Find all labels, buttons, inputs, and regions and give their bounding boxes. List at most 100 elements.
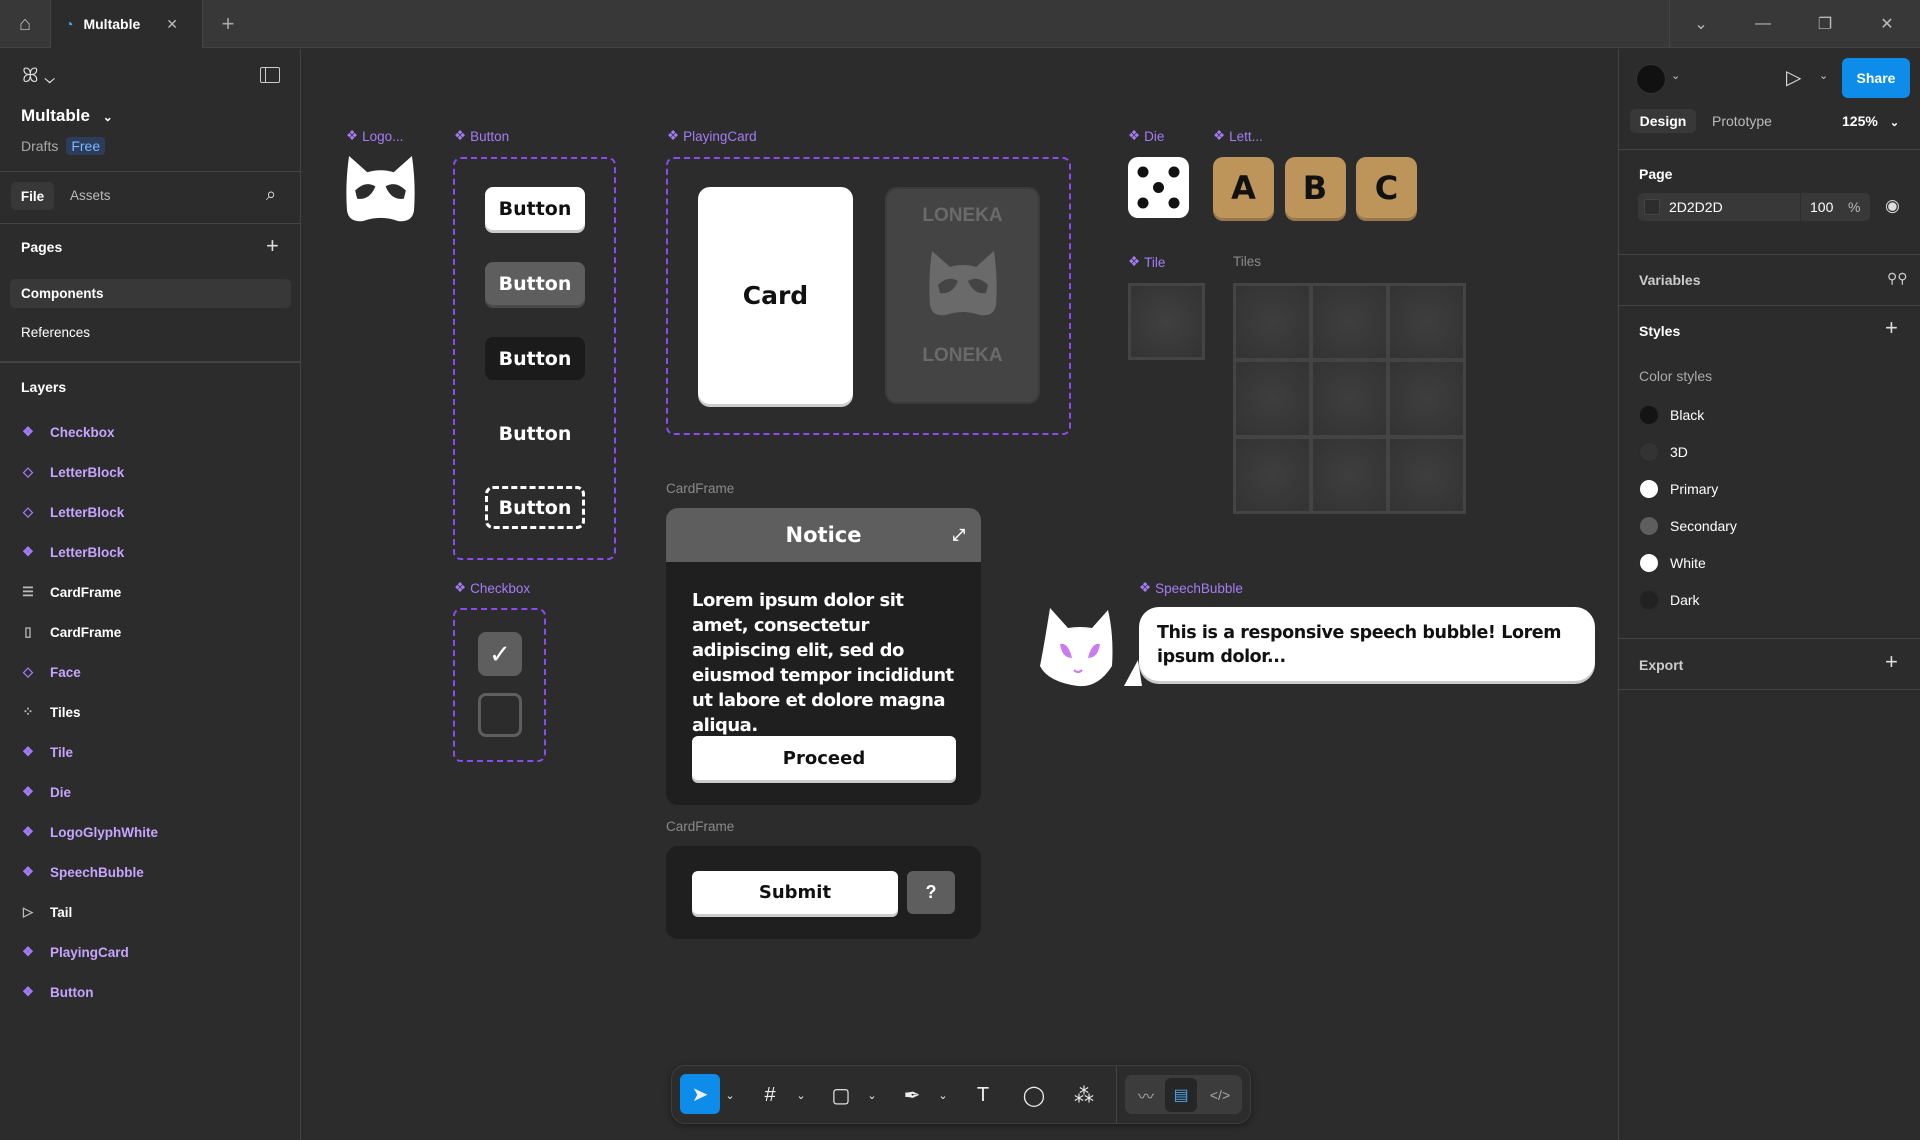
layer-item[interactable]: ❖ Button — [20, 977, 93, 1007]
page-color-hex[interactable]: 2D2D2D — [1669, 199, 1723, 215]
design-mode[interactable]: ▤ — [1165, 1078, 1197, 1112]
home-button[interactable]: ⌂ — [0, 0, 50, 48]
submit-button[interactable]: Submit — [692, 871, 898, 914]
chevron-down-icon[interactable]: ⌄ — [1819, 69, 1828, 82]
color-style-item[interactable]: Black — [1670, 407, 1704, 423]
tile-cell[interactable] — [1236, 438, 1309, 511]
die-five[interactable] — [1128, 157, 1189, 218]
cat-face-icon[interactable] — [1038, 606, 1116, 688]
chevron-down-icon[interactable]: ⌄ — [1671, 69, 1680, 82]
page-color-input[interactable]: 2D2D2D 100 % — [1638, 193, 1870, 221]
file-name-menu[interactable]: Multable ⌄ — [21, 106, 113, 126]
frame-tool[interactable]: # — [750, 1077, 790, 1113]
chevron-down-icon[interactable]: ⌄ — [722, 1077, 738, 1113]
figma-menu-icon[interactable]: ꕤ ⌄ — [22, 65, 55, 88]
expand-icon[interactable]: ⤢ — [952, 525, 965, 545]
layer-item[interactable]: ▷ Tail — [20, 897, 72, 927]
layer-item[interactable]: ◇ LetterBlock — [20, 457, 124, 487]
share-button[interactable]: Share — [1842, 58, 1910, 98]
dev-mode[interactable]: </> — [1202, 1077, 1238, 1113]
tile-cell[interactable] — [1313, 438, 1386, 511]
proceed-button[interactable]: Proceed — [692, 736, 956, 780]
chevron-down-icon[interactable]: ⌄ — [793, 1077, 809, 1113]
tab-design[interactable]: Design — [1630, 109, 1696, 133]
text-tool[interactable]: T — [963, 1077, 1003, 1113]
add-page-icon[interactable]: + — [266, 233, 279, 259]
page-opacity[interactable]: 100 — [1810, 199, 1833, 215]
tile[interactable] — [1128, 283, 1205, 360]
chevron-down-icon[interactable]: ⌄ — [935, 1077, 951, 1113]
layer-item[interactable]: ▯ CardFrame — [20, 617, 121, 647]
card-front[interactable]: Card — [698, 187, 853, 404]
layer-item[interactable]: ❖ SpeechBubble — [20, 857, 144, 887]
tile-label[interactable]: ❖ Tile — [1128, 254, 1165, 270]
color-style-item[interactable]: Primary — [1670, 481, 1718, 497]
logo-label[interactable]: ❖ Logo... — [346, 128, 403, 144]
button-component-label[interactable]: ❖ Button — [454, 128, 509, 144]
page-references[interactable]: References — [21, 325, 90, 340]
playingcard-label[interactable]: ❖ PlayingCard — [667, 128, 757, 144]
tile-cell[interactable] — [1236, 362, 1309, 435]
page-components[interactable]: Components — [10, 279, 291, 308]
checkbox-label[interactable]: ❖ Checkbox — [454, 580, 530, 596]
tile-cell[interactable] — [1313, 286, 1386, 359]
close-tab-icon[interactable]: ✕ — [166, 16, 178, 33]
tile-cell[interactable] — [1390, 362, 1463, 435]
die-label[interactable]: ❖ Die — [1128, 128, 1164, 144]
file-tab[interactable]: ◔ Multable ✕ — [50, 0, 203, 48]
eye-icon[interactable]: ◉ — [1885, 196, 1900, 216]
search-icon[interactable]: ⌕ — [266, 184, 276, 205]
pen-tool[interactable]: ✒ — [892, 1077, 932, 1113]
button-secondary[interactable]: Button — [485, 262, 585, 305]
help-button[interactable]: ? — [907, 871, 955, 914]
button-outline[interactable]: Button — [485, 486, 585, 529]
variables-title[interactable]: Variables — [1639, 272, 1701, 288]
add-style-icon[interactable]: + — [1885, 315, 1898, 341]
draw-mode[interactable]: 〰 — [1128, 1077, 1164, 1113]
move-tool[interactable]: ➤ — [680, 1074, 720, 1114]
checkbox-checked[interactable]: ✓ — [478, 632, 522, 676]
speech-bubble[interactable]: This is a responsive speech bubble! Lore… — [1139, 607, 1595, 681]
color-style-item[interactable]: 3D — [1670, 444, 1688, 460]
tiles-grid[interactable] — [1233, 283, 1466, 514]
tab-assets[interactable]: Assets — [70, 188, 111, 203]
layer-item[interactable]: ☰ CardFrame — [20, 577, 121, 607]
chevron-down-icon[interactable]: ⌄ — [864, 1077, 880, 1113]
card-back[interactable]: LONEKA LONEKA — [885, 187, 1040, 404]
cardframe-label[interactable]: CardFrame — [666, 481, 734, 496]
color-style-item[interactable]: Secondary — [1670, 518, 1737, 534]
layer-item[interactable]: ⁘ Tiles — [20, 697, 81, 727]
actions-tool[interactable]: ⁂ — [1064, 1077, 1104, 1113]
tile-cell[interactable] — [1390, 438, 1463, 511]
close-window-button[interactable]: ✕ — [1856, 0, 1918, 48]
layer-item[interactable]: ❖ Tile — [20, 737, 73, 767]
tiles-label[interactable]: Tiles — [1233, 254, 1261, 269]
avatar[interactable] — [1636, 64, 1666, 94]
color-swatch[interactable] — [1644, 199, 1660, 215]
chevron-down-icon[interactable]: ⌄ — [1670, 0, 1732, 48]
speechbubble-label[interactable]: ❖ SpeechBubble — [1139, 580, 1243, 596]
color-style-item[interactable]: White — [1670, 555, 1706, 571]
tile-cell[interactable] — [1313, 362, 1386, 435]
add-export-icon[interactable]: + — [1885, 649, 1898, 675]
variables-icon[interactable]: ⚲⚲ — [1887, 270, 1908, 287]
layer-item[interactable]: ❖ LetterBlock — [20, 537, 124, 567]
comment-tool[interactable]: ◯ — [1014, 1077, 1054, 1113]
tile-cell[interactable] — [1390, 286, 1463, 359]
letter-block[interactable]: C — [1356, 157, 1417, 218]
tile-cell[interactable] — [1236, 286, 1309, 359]
logo-mask-icon[interactable] — [345, 154, 416, 225]
present-button[interactable]: ▷ — [1786, 65, 1801, 90]
minimize-button[interactable]: — — [1732, 0, 1794, 48]
drafts-link[interactable]: Drafts — [21, 138, 58, 154]
layer-item[interactable]: ◇ Face — [20, 657, 81, 687]
panel-toggle-icon[interactable] — [260, 67, 280, 83]
layer-item[interactable]: ❖ PlayingCard — [20, 937, 129, 967]
letterblock-label[interactable]: ❖ Lett... — [1213, 128, 1263, 144]
letter-block[interactable]: A — [1213, 157, 1274, 218]
button-dark[interactable]: Button — [485, 337, 585, 380]
button-primary[interactable]: Button — [485, 187, 585, 230]
layer-item[interactable]: ❖ Checkbox — [20, 417, 114, 447]
letter-block[interactable]: B — [1284, 157, 1346, 218]
tab-prototype[interactable]: Prototype — [1712, 113, 1772, 129]
